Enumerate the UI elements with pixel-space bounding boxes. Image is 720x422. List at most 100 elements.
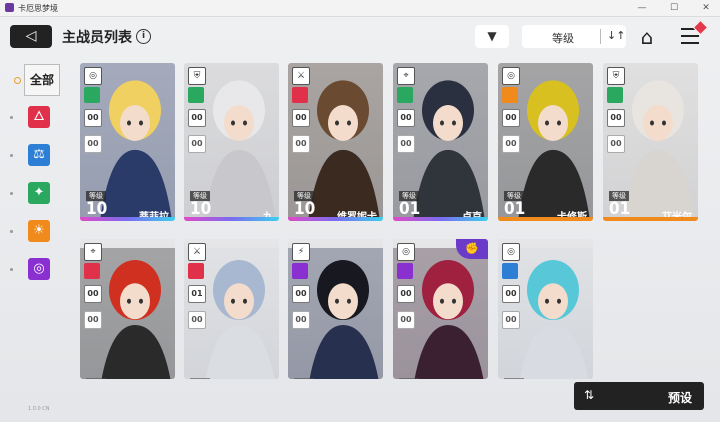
- class-icon: ◎: [502, 67, 520, 85]
- rarity-bar: [184, 217, 279, 221]
- passion-element-icon: [84, 263, 100, 279]
- preset-button[interactable]: ⇅ 预设: [574, 382, 704, 410]
- class-icon: ◎: [502, 243, 520, 261]
- potential-count-badge: 00: [84, 135, 102, 153]
- character-card[interactable]: ⌖ 00 00 等级01卢克: [393, 63, 488, 221]
- version-text: 1.0.0 CN: [28, 406, 50, 412]
- rarity-bar: [80, 217, 175, 221]
- order-element-icon: [502, 263, 518, 279]
- back-button[interactable]: ◁: [10, 25, 52, 48]
- sidebar-bullet: [10, 154, 13, 157]
- sort-label: 等级: [552, 32, 574, 45]
- void-element-icon: [397, 263, 413, 279]
- character-card[interactable]: ⛨ 00 00 等级01艾米尔: [603, 63, 698, 221]
- level-label: 等级: [190, 378, 210, 379]
- potential-count-badge: 00: [607, 135, 625, 153]
- rarity-bar: [393, 217, 488, 221]
- filter-passion-icon[interactable]: 🜂: [28, 106, 50, 128]
- rarity-bar: [288, 217, 383, 221]
- sort-dropdown[interactable]: 等级 ↓↑: [522, 25, 626, 48]
- character-card[interactable]: ⚡ 00 00 等级: [288, 239, 383, 379]
- character-card[interactable]: ◎ 00 00 等级: [498, 239, 593, 379]
- passion-element-icon: [292, 87, 308, 103]
- instinct-element-icon: [502, 87, 518, 103]
- character-card[interactable]: ⚔ 01 00 等级: [184, 239, 279, 379]
- preset-icon: ⇅: [584, 388, 595, 402]
- level-value: 10: [190, 199, 212, 219]
- upgrade-count-badge: 00: [397, 109, 415, 127]
- minimize-button[interactable]: —: [632, 1, 652, 15]
- page-title: 主战员列表: [62, 30, 132, 46]
- filter-button[interactable]: ▼: [475, 25, 509, 48]
- selected-marker: [14, 77, 21, 84]
- upgrade-count-badge: 00: [397, 285, 415, 303]
- close-button[interactable]: ✕: [696, 1, 716, 15]
- upgrade-count-badge: 00: [84, 285, 102, 303]
- level-label: 等级: [86, 378, 106, 379]
- upgrade-count-badge: 00: [502, 109, 520, 127]
- level-value: 01: [504, 199, 526, 219]
- filter-all-button[interactable]: 全部: [24, 64, 60, 96]
- level-value: 01: [399, 199, 421, 219]
- fist-icon: ✊: [456, 239, 488, 259]
- window-title: 卡厄思梦境: [18, 4, 58, 13]
- app-icon: [5, 3, 14, 12]
- level-value: 10: [294, 199, 316, 219]
- potential-count-badge: 00: [84, 311, 102, 329]
- class-icon: ◎: [84, 67, 102, 85]
- filter-justice-icon[interactable]: ✦: [28, 182, 50, 204]
- sort-order-icon[interactable]: ↓↑: [607, 29, 625, 42]
- rarity-bar: [603, 217, 698, 221]
- justice-element-icon: [188, 87, 204, 103]
- back-icon: ◁: [25, 28, 37, 44]
- window-titlebar: 卡厄思梦境 — ☐ ✕: [0, 0, 720, 17]
- potential-count-badge: 00: [188, 311, 206, 329]
- potential-count-badge: 00: [397, 311, 415, 329]
- upgrade-count-badge: 00: [607, 109, 625, 127]
- info-icon[interactable]: i: [136, 29, 151, 44]
- justice-element-icon: [84, 87, 100, 103]
- upgrade-count-badge: 00: [292, 285, 310, 303]
- rarity-bar: [498, 217, 593, 221]
- character-card[interactable]: ⌖ 00 00 等级: [80, 239, 175, 379]
- class-icon: ⛨: [607, 67, 625, 85]
- character-card[interactable]: ◎ 00 00 等级 ✊: [393, 239, 488, 379]
- filter-order-icon[interactable]: ⚖: [28, 144, 50, 166]
- sort-divider: [600, 29, 601, 44]
- void-element-icon: [292, 263, 308, 279]
- filter-instinct-icon[interactable]: ☀: [28, 220, 50, 242]
- class-icon: ⌖: [397, 67, 415, 85]
- potential-count-badge: 00: [292, 135, 310, 153]
- level-value: 01: [609, 199, 631, 219]
- character-card[interactable]: ⛨ 00 00 等级10九: [184, 63, 279, 221]
- level-label: 等级: [504, 378, 524, 379]
- level-label: 等级: [399, 378, 419, 379]
- class-icon: ⛨: [188, 67, 206, 85]
- upgrade-count-badge: 01: [188, 285, 206, 303]
- potential-count-badge: 00: [188, 135, 206, 153]
- potential-count-badge: 00: [502, 135, 520, 153]
- sidebar-bullet: [10, 192, 13, 195]
- class-icon: ⚔: [292, 67, 310, 85]
- level-value: 10: [86, 199, 108, 219]
- justice-element-icon: [397, 87, 413, 103]
- character-card[interactable]: ◎ 00 00 等级01卡修斯: [498, 63, 593, 221]
- maximize-button[interactable]: ☐: [664, 1, 684, 15]
- passion-element-icon: [188, 263, 204, 279]
- potential-count-badge: 00: [397, 135, 415, 153]
- potential-count-badge: 00: [502, 311, 520, 329]
- sidebar-bullet: [10, 230, 13, 233]
- level-label: 等级: [294, 378, 314, 379]
- home-icon[interactable]: ⌂: [635, 25, 659, 49]
- upgrade-count-badge: 00: [188, 109, 206, 127]
- sidebar-bullet: [10, 116, 13, 119]
- upgrade-count-badge: 00: [84, 109, 102, 127]
- filter-void-icon[interactable]: ◎: [28, 258, 50, 280]
- character-card[interactable]: ◎ 00 00 等级10蒂菲拉: [80, 63, 175, 221]
- class-icon: ⌖: [84, 243, 102, 261]
- sidebar-bullet: [10, 268, 13, 271]
- class-icon: ⚔: [188, 243, 206, 261]
- class-icon: ◎: [397, 243, 415, 261]
- upgrade-count-badge: 00: [292, 109, 310, 127]
- character-card[interactable]: ⚔ 00 00 等级10维罗妮卡: [288, 63, 383, 221]
